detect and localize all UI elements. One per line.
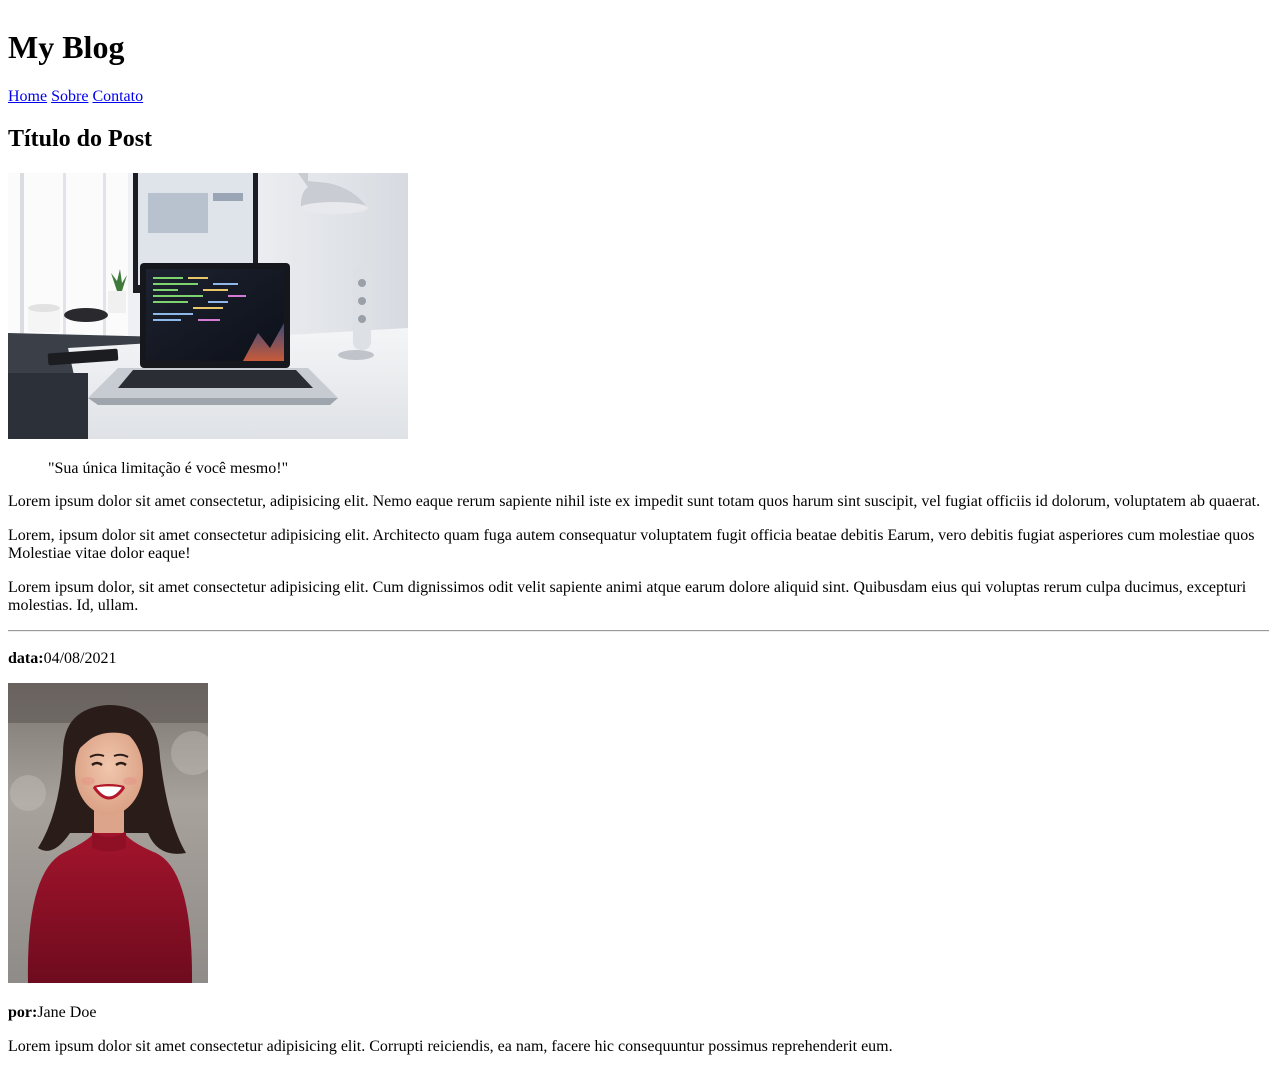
author-photo [8,683,208,983]
post-paragraph-3: Lorem ipsum dolor, sit amet consectetur … [8,579,1247,614]
author-bio: Lorem ipsum dolor sit amet consectetur a… [8,1038,893,1055]
nav-link-sobre[interactable]: Sobre [51,88,88,105]
post-date: data:04/08/2021 [8,649,116,668]
nav-link-contato[interactable]: Contato [92,88,143,105]
author-portrait-photo [8,683,208,983]
blog-title: My Blog [8,29,125,65]
laptop-desk-photo [8,173,408,439]
author-label: por: [8,1004,38,1021]
post-quote: "Sua única limitação é você mesmo!" [48,460,289,477]
post-title: Título do Post [8,126,153,152]
nav-link-home[interactable]: Home [8,88,47,105]
post-paragraph-1: Lorem ipsum dolor sit amet consectetur, … [8,493,1261,510]
post-paragraph-2: Lorem, ipsum dolor sit amet consectetur … [8,527,1255,562]
date-label: data: [8,650,44,667]
author-name: Jane Doe [37,1004,97,1021]
post-author: por:Jane Doe [8,1003,96,1022]
post-hero-image [8,173,408,439]
date-value: 04/08/2021 [43,650,117,667]
footer-divider [8,630,1269,632]
main-nav: Home Sobre Contato [8,87,143,106]
